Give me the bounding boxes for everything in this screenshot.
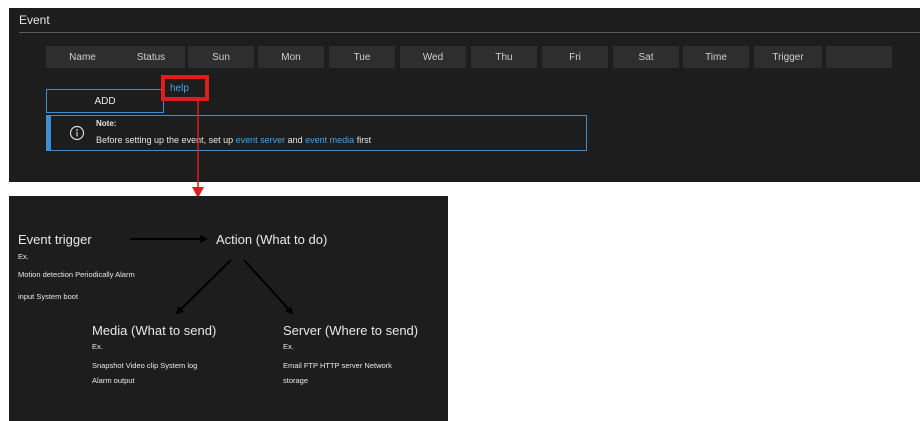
note-text-mid: and bbox=[285, 135, 306, 145]
note-text: Before setting up the event, set up even… bbox=[96, 135, 371, 145]
server-ex: Ex. bbox=[283, 342, 294, 351]
media-ex: Ex. bbox=[92, 342, 103, 351]
diagram-arrows bbox=[130, 235, 294, 315]
server-examples-1: Email FTP HTTP server Network bbox=[283, 361, 392, 370]
action-to-server-arrow bbox=[243, 259, 294, 315]
column-header-sun[interactable]: Sun bbox=[188, 46, 254, 68]
column-header-trigger[interactable]: Trigger bbox=[754, 46, 822, 68]
title-divider bbox=[19, 32, 920, 33]
help-link[interactable]: help bbox=[161, 75, 209, 101]
add-button[interactable]: ADD bbox=[46, 89, 164, 113]
note-text-before: Before setting up the event, set up bbox=[96, 135, 236, 145]
note-title: Note: bbox=[96, 119, 117, 128]
column-header-actions bbox=[826, 46, 892, 68]
red-arrow-connector bbox=[192, 101, 204, 198]
media-title: Media (What to send) bbox=[92, 323, 217, 338]
column-header-thu[interactable]: Thu bbox=[471, 46, 537, 68]
action-to-media-arrow bbox=[175, 259, 232, 315]
note-accent-bar bbox=[47, 116, 51, 150]
note-box: Note: Before setting up the event, set u… bbox=[46, 115, 587, 151]
column-header-time[interactable]: Time bbox=[683, 46, 749, 68]
media-examples-1: Snapshot Video clip System log bbox=[92, 361, 198, 370]
info-circle-icon bbox=[69, 125, 85, 141]
server-examples-2: storage bbox=[283, 376, 309, 385]
event-media-link[interactable]: event media bbox=[305, 135, 354, 145]
action-title: Action (What to do) bbox=[216, 232, 328, 247]
column-header-sat[interactable]: Sat bbox=[613, 46, 679, 68]
event-trigger-examples-2: input System boot bbox=[18, 292, 79, 301]
column-header-status[interactable]: Status bbox=[117, 46, 185, 68]
event-server-link[interactable]: event server bbox=[236, 135, 286, 145]
event-trigger-examples-1: Motion detection Periodically Alarm bbox=[18, 270, 135, 279]
event-trigger-title: Event trigger bbox=[18, 232, 92, 247]
panel-title: Event bbox=[19, 13, 50, 27]
event-flow-diagram: Event trigger Ex. Motion detection Perio… bbox=[9, 196, 448, 421]
server-title: Server (Where to send) bbox=[283, 323, 419, 338]
column-header-name[interactable]: Name bbox=[46, 46, 119, 68]
column-header-mon[interactable]: Mon bbox=[258, 46, 324, 68]
column-header-wed[interactable]: Wed bbox=[400, 46, 466, 68]
note-text-after: first bbox=[354, 135, 372, 145]
event-panel: Event Name Status Sun Mon Tue Wed Thu Fr… bbox=[9, 8, 920, 182]
event-trigger-ex: Ex. bbox=[18, 252, 29, 261]
media-examples-2: Alarm output bbox=[92, 376, 135, 385]
column-header-fri[interactable]: Fri bbox=[542, 46, 608, 68]
column-header-tue[interactable]: Tue bbox=[329, 46, 395, 68]
